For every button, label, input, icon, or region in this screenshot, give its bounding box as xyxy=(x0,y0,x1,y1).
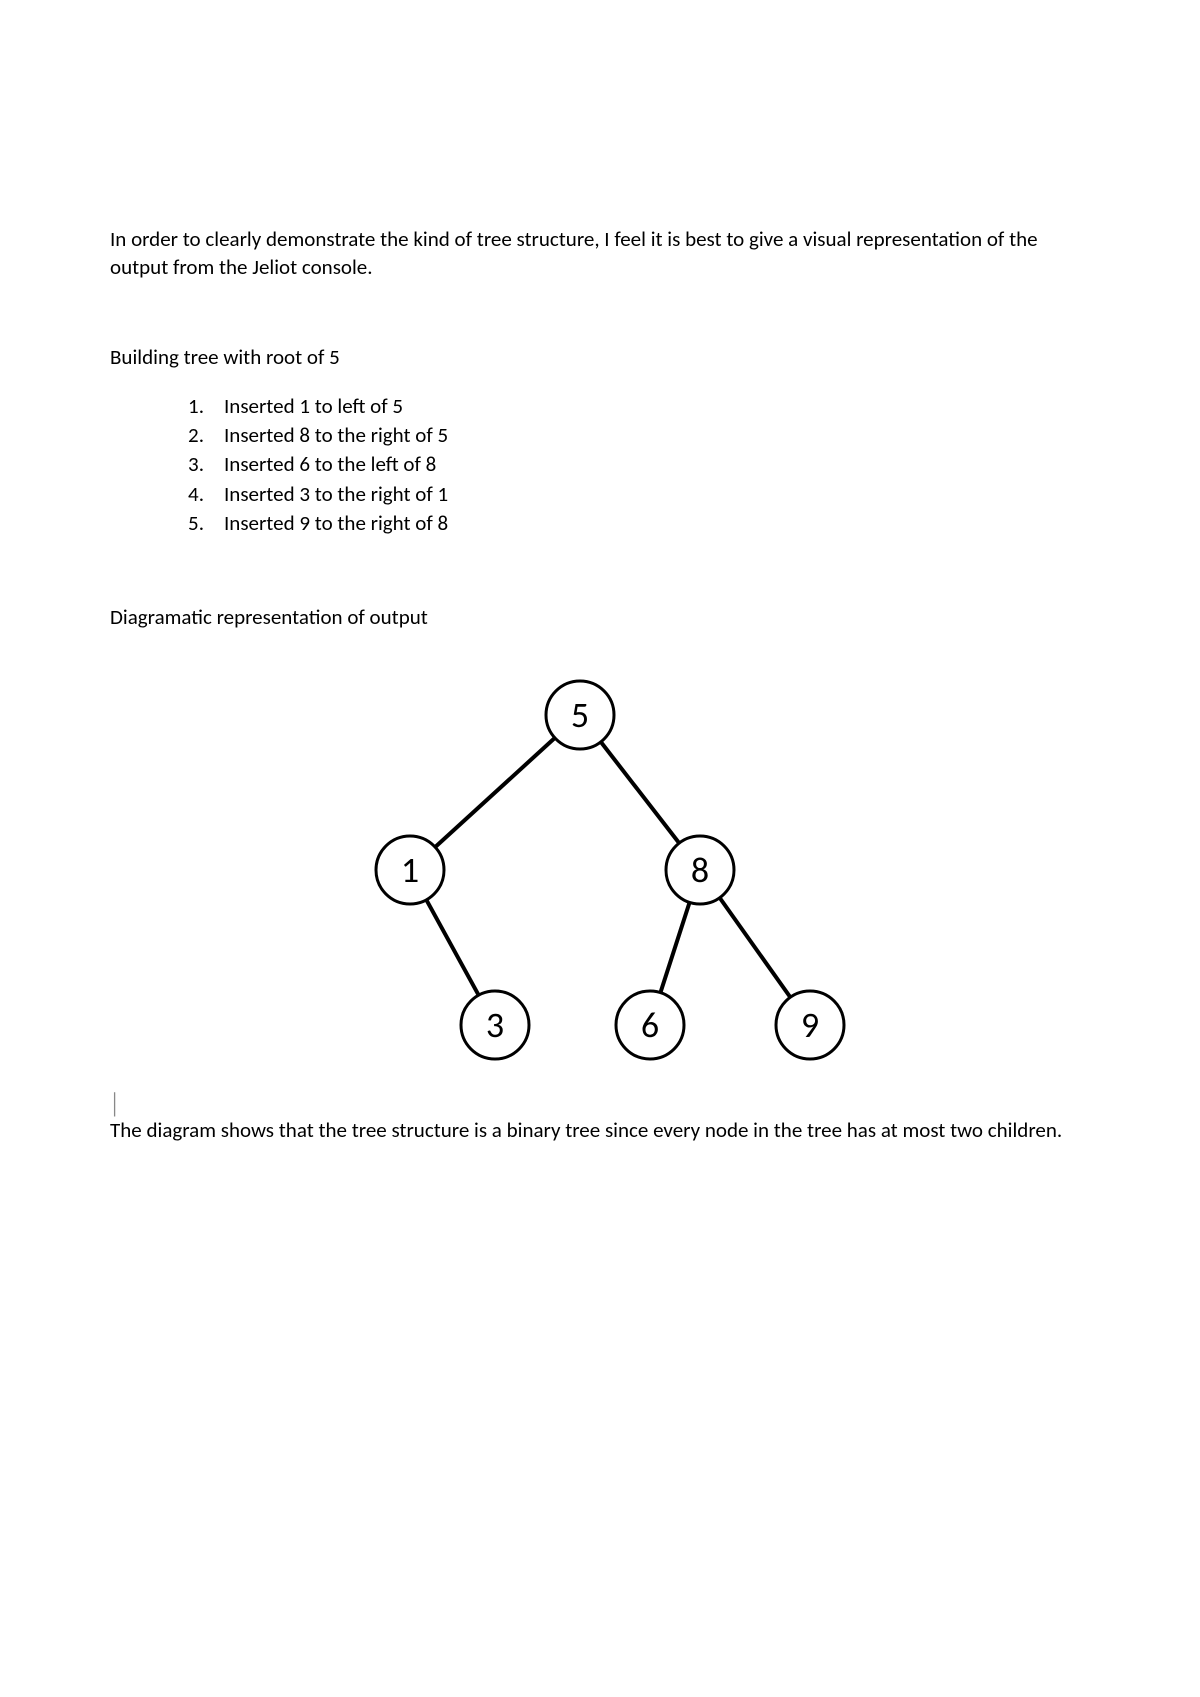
tree-node-value: 6 xyxy=(641,1003,659,1047)
tree-edge xyxy=(426,899,478,994)
step-number: 3. xyxy=(170,450,206,479)
step-text: Inserted 8 to the right of 5 xyxy=(206,421,448,450)
step-text: Inserted 1 to left of 5 xyxy=(206,392,403,421)
step-item: 3.Inserted 6 to the left of 8 xyxy=(170,450,1090,479)
building-label: Building tree with root of 5 xyxy=(110,344,1090,370)
tree-edge xyxy=(601,742,679,843)
step-number: 1. xyxy=(170,392,206,421)
tree-diagram: 5 1 8 3 6 9 xyxy=(320,660,880,1080)
step-text: Inserted 6 to the left of 8 xyxy=(206,450,436,479)
tree-node-value: 1 xyxy=(401,848,419,892)
conclusion-paragraph: The diagram shows that the tree structur… xyxy=(110,1116,1090,1144)
diagram-label: Diagramatic representation of output xyxy=(110,604,1090,630)
tree-edge xyxy=(435,738,555,847)
tree-node-value: 9 xyxy=(801,1003,819,1047)
tree-edge xyxy=(720,897,791,997)
tree-node-value: 8 xyxy=(691,848,709,892)
step-item: 4.Inserted 3 to the right of 1 xyxy=(170,480,1090,509)
tree-node-value: 3 xyxy=(486,1003,504,1047)
step-text: Inserted 3 to the right of 1 xyxy=(206,480,448,509)
steps-list: 1.Inserted 1 to left of 52.Inserted 8 to… xyxy=(170,392,1090,539)
step-number: 2. xyxy=(170,421,206,450)
step-number: 5. xyxy=(170,509,206,538)
tree-node-value: 5 xyxy=(571,693,589,737)
step-text: Inserted 9 to the right of 8 xyxy=(206,509,448,538)
step-item: 1.Inserted 1 to left of 5 xyxy=(170,392,1090,421)
step-item: 5.Inserted 9 to the right of 8 xyxy=(170,509,1090,538)
tree-edge xyxy=(660,902,689,992)
text-cursor: | xyxy=(112,1088,117,1118)
step-number: 4. xyxy=(170,480,206,509)
step-item: 2.Inserted 8 to the right of 5 xyxy=(170,421,1090,450)
intro-paragraph: In order to clearly demonstrate the kind… xyxy=(110,225,1090,282)
